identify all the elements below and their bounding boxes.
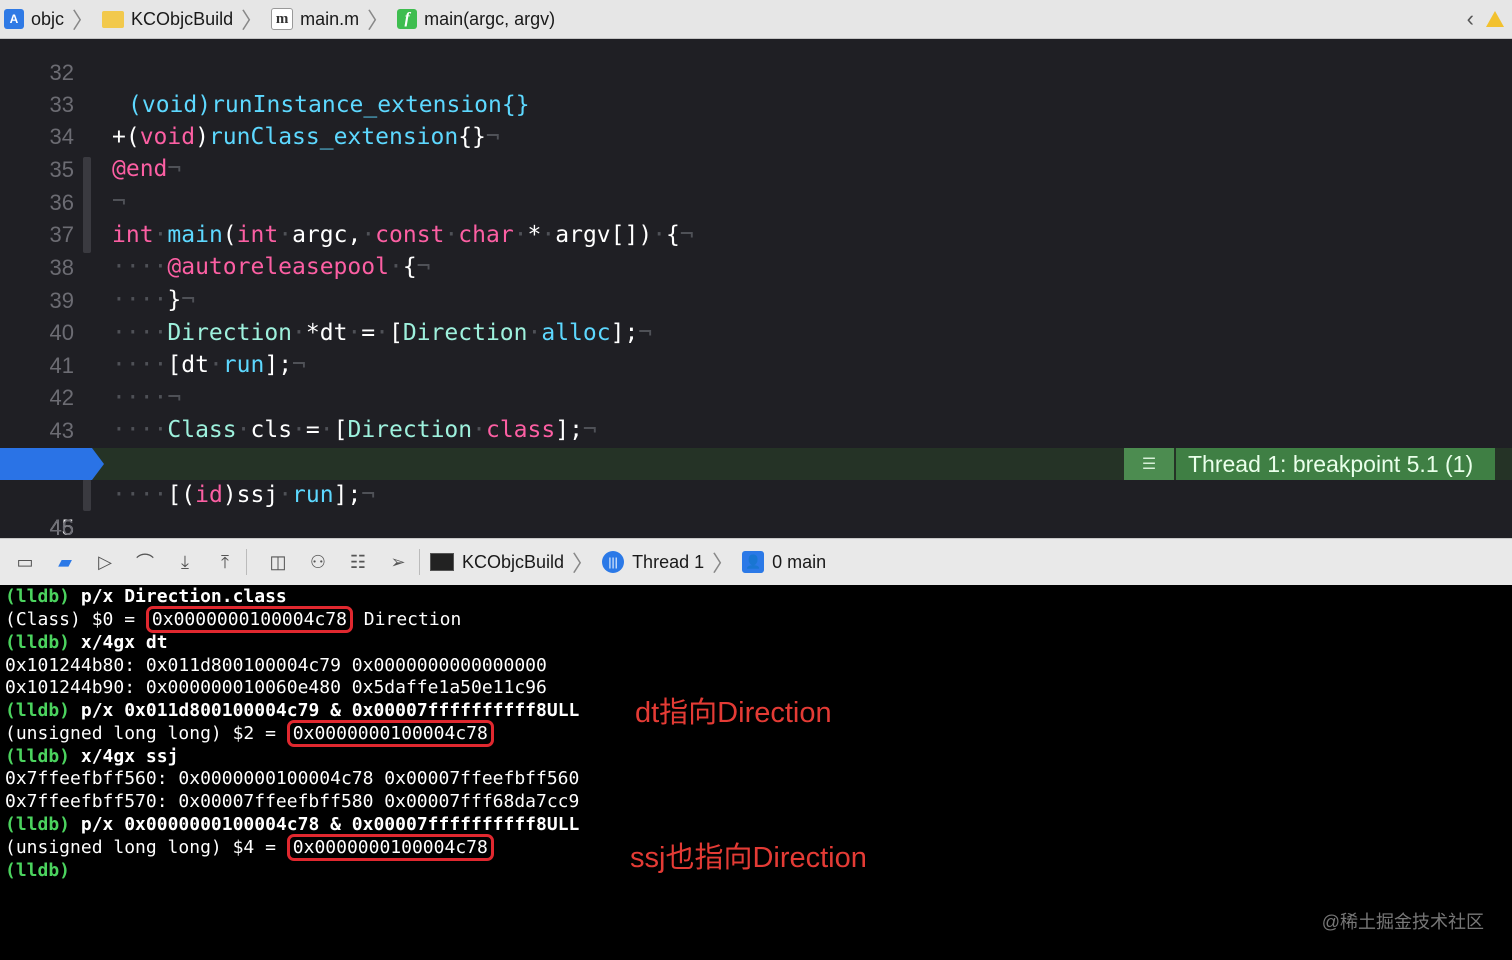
user-frame-icon: 👤	[742, 551, 765, 573]
jump-bar-right: ‹	[1467, 6, 1512, 32]
watermark: @稀土掘金技术社区	[1321, 912, 1484, 932]
jump-bar: A objc 〉 KCObjcBuild 〉 m main.m 〉 f main…	[0, 0, 1512, 39]
step-over-icon[interactable]: ⌒	[130, 547, 160, 577]
console-line: (lldb) p/x Direction.class	[5, 586, 287, 607]
breakpoint-marker[interactable]	[0, 448, 104, 480]
code-line: 42 ····Class·cls·=·[Direction·class];¬	[0, 350, 1512, 443]
view-hierarchy-icon[interactable]: ◫	[263, 547, 293, 577]
debug-crumb-label: Thread 1	[632, 551, 705, 572]
divider	[246, 549, 247, 575]
code-line: 37 ····@autoreleasepool·{¬	[0, 187, 1512, 280]
lldb-console[interactable]: (lldb) p/x Direction.class (Class) $0 = …	[0, 585, 1512, 960]
code-line: 38 ····}¬	[0, 220, 1512, 313]
console-line: (unsigned long long) $4 = 0x000000010000…	[5, 834, 494, 861]
code-editor[interactable]: 32 (void)runInstance_extension{} 33 +(vo…	[0, 39, 1512, 537]
folder-icon	[102, 10, 125, 28]
console-line: 0x7ffeefbff570: 0x00007ffeefbff580 0x000…	[5, 791, 580, 812]
code-line: 44 ····[(id)ssj·run];¬	[0, 415, 1512, 508]
environment-overrides-icon[interactable]: ☷	[343, 547, 373, 577]
menu-lines-icon: ☰	[1124, 448, 1176, 480]
code-line: 40 ····[dt·run];¬	[0, 285, 1512, 378]
xcode-project-icon: A	[4, 9, 24, 29]
debug-crumb-label: 0 main	[772, 551, 827, 572]
jump-bar-item-file[interactable]: m main.m	[267, 8, 363, 30]
thread-breakpoint-badge[interactable]: ☰ Thread 1: breakpoint 5.1 (1)	[1124, 448, 1496, 480]
console-line: (lldb) x/4gx dt	[5, 632, 168, 653]
divider	[419, 549, 420, 575]
simulate-location-icon[interactable]: ➢	[383, 547, 413, 577]
debug-bar: ▭ ▰ ▷ ⌒ ⤓ ⤒ ◫ ⚇ ☷ ➢ KCObjcBuild 〉 ||| Th…	[0, 538, 1512, 586]
console-line: (lldb) p/x 0x0000000100004c78 & 0x00007f…	[5, 814, 580, 835]
code-line: 47	[0, 513, 1512, 537]
debug-crumb-target[interactable]: KCObjcBuild	[426, 552, 568, 573]
console-line: 0x101244b90: 0x000000010060e480 0x5daffe…	[5, 677, 547, 698]
jump-bar-item-function[interactable]: f main(argc, argv)	[393, 9, 559, 30]
chevron-right-icon: 〉	[241, 8, 264, 33]
code-line: 39 ····Direction·*dt·=·[Direction·alloc]…	[0, 253, 1512, 346]
highlighted-address: 0x0000000100004c78	[286, 834, 494, 861]
highlighted-address: 0x0000000100004c78	[145, 606, 353, 633]
warning-icon[interactable]	[1486, 11, 1504, 27]
code-line: 36 int·main(int·argc,·const·char·*·argv[…	[0, 155, 1512, 248]
console-line: 0x101244b80: 0x011d800100004c79 0x000000…	[5, 655, 547, 676]
code-line: 34 @end¬	[0, 89, 1512, 182]
current-line: 45 ····return·0;¬ ☰ Thread 1: breakpoint…	[0, 448, 1512, 537]
code-line: 41 ····¬	[0, 318, 1512, 411]
step-into-icon[interactable]: ⤓	[170, 547, 200, 577]
jump-bar-label-file: main.m	[300, 8, 360, 29]
chevron-right-icon: 〉	[712, 551, 735, 576]
jump-bar-item-project[interactable]: A objc	[0, 9, 68, 30]
chevron-right-icon: 〉	[367, 8, 390, 33]
code-line: 46 }¬	[0, 480, 1512, 537]
debug-crumb-frame[interactable]: 👤 0 main	[738, 551, 830, 573]
back-chevron-icon[interactable]: ‹	[1467, 6, 1474, 32]
breakpoints-toggle-icon[interactable]: ▰	[50, 547, 80, 577]
console-line: 0x7ffeefbff560: 0x0000000100004c78 0x000…	[5, 768, 580, 789]
continue-icon[interactable]: ▷	[90, 547, 120, 577]
hide-debug-area-icon[interactable]: ▭	[10, 547, 40, 577]
jump-bar-item-folder[interactable]: KCObjcBuild	[98, 9, 237, 30]
code-line: 35 ¬	[0, 122, 1512, 215]
chevron-right-icon: 〉	[72, 8, 95, 33]
console-line: (Class) $0 = 0x0000000100004c78 Directio…	[5, 606, 461, 633]
jump-bar-label-project: objc	[31, 8, 65, 29]
annotation-dt: dt指向Direction	[635, 697, 832, 729]
terminal-icon	[430, 553, 454, 571]
breakpoint-label: Thread 1: breakpoint 5.1 (1)	[1188, 451, 1474, 477]
console-line: (lldb)	[5, 860, 71, 881]
step-out-icon[interactable]: ⤒	[210, 547, 240, 577]
console-line: (lldb) x/4gx ssj	[5, 746, 179, 767]
function-icon: f	[397, 9, 418, 29]
code-line: 33 +(void)runClass_extension{}¬	[0, 57, 1512, 150]
debug-crumb-label: KCObjcBuild	[462, 551, 565, 572]
console-line: (unsigned long long) $2 = 0x000000010000…	[5, 720, 494, 747]
jump-bar-label-function: main(argc, argv)	[424, 8, 556, 29]
memory-graph-icon[interactable]: ⚇	[303, 547, 333, 577]
jump-bar-label-folder: KCObjcBuild	[131, 8, 234, 29]
code-line: 43 ····void·*ssj·=·&cls;¬	[0, 383, 1512, 476]
thread-icon: |||	[602, 551, 625, 573]
chevron-right-icon: 〉	[572, 551, 595, 576]
highlighted-address: 0x0000000100004c78	[286, 720, 494, 747]
annotation-ssj: ssj也指向Direction	[630, 842, 867, 874]
console-line: (lldb) p/x 0x011d800100004c79 & 0x00007f…	[5, 700, 580, 721]
debug-crumb-thread[interactable]: ||| Thread 1	[598, 551, 708, 573]
code-line: 32 (void)runInstance_extension{}	[0, 39, 1512, 118]
objc-file-icon: m	[271, 8, 294, 30]
